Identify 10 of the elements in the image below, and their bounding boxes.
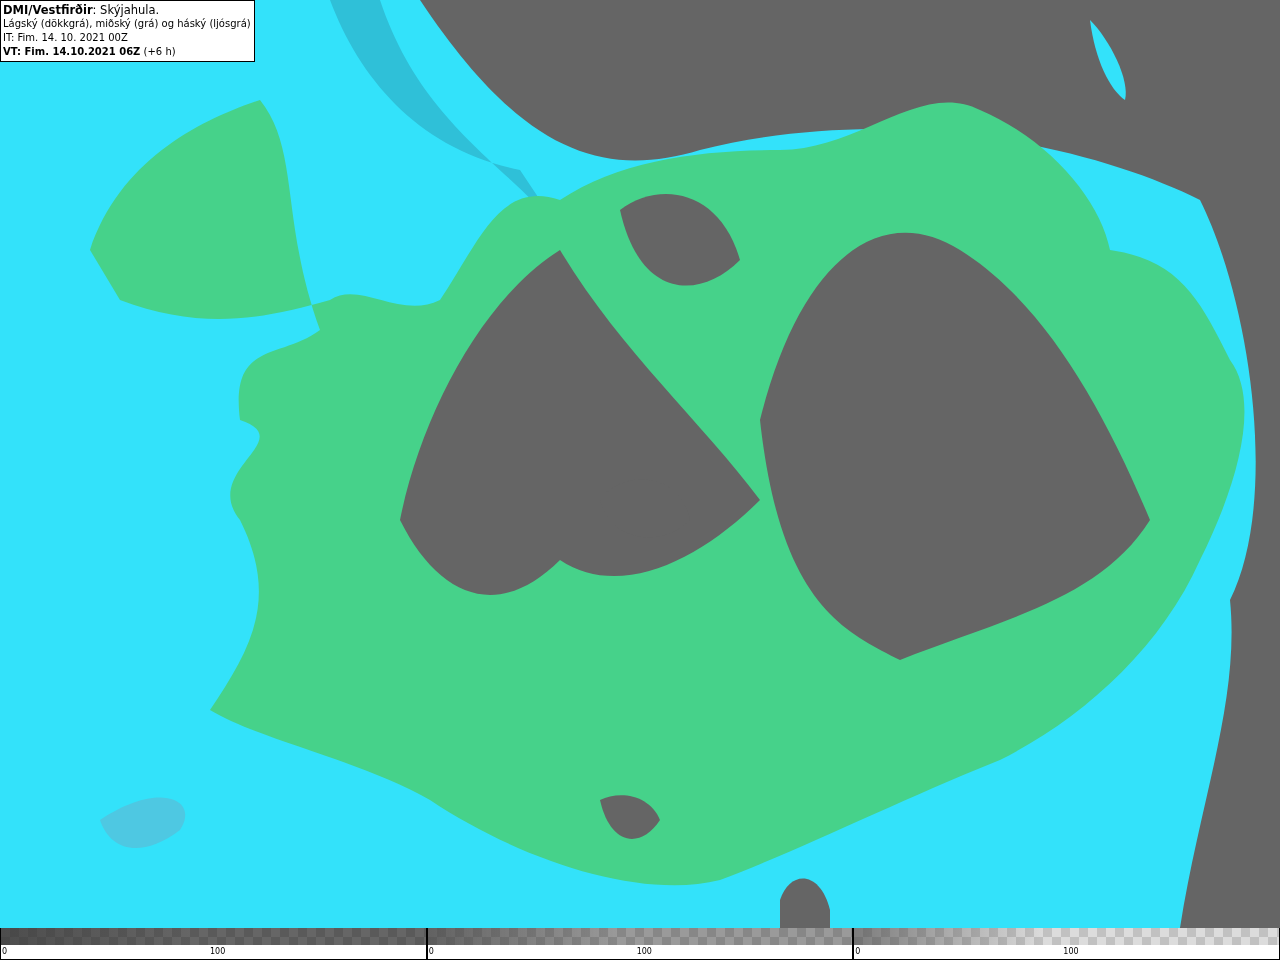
legend-text: VT: Fim. 14.10.2021 06Z (+6 h): [3, 45, 177, 59]
legend-text: IT: Fim. 14. 10. 2021 00Z: [3, 31, 129, 45]
legend-text: DMI/Vestfirðir: Skýjahula.: [3, 3, 161, 17]
scale-label: 100: [636, 947, 652, 956]
scale-label: 100: [210, 947, 226, 956]
scale-label: 0: [428, 947, 434, 956]
scale-label: 0: [855, 947, 861, 956]
legend-text: Lágský (dökkgrá), miðský (grá) og háský (ljósgrá): [3, 17, 251, 31]
scale-label: 0: [2, 947, 8, 956]
scale-label: 100: [1063, 947, 1079, 956]
